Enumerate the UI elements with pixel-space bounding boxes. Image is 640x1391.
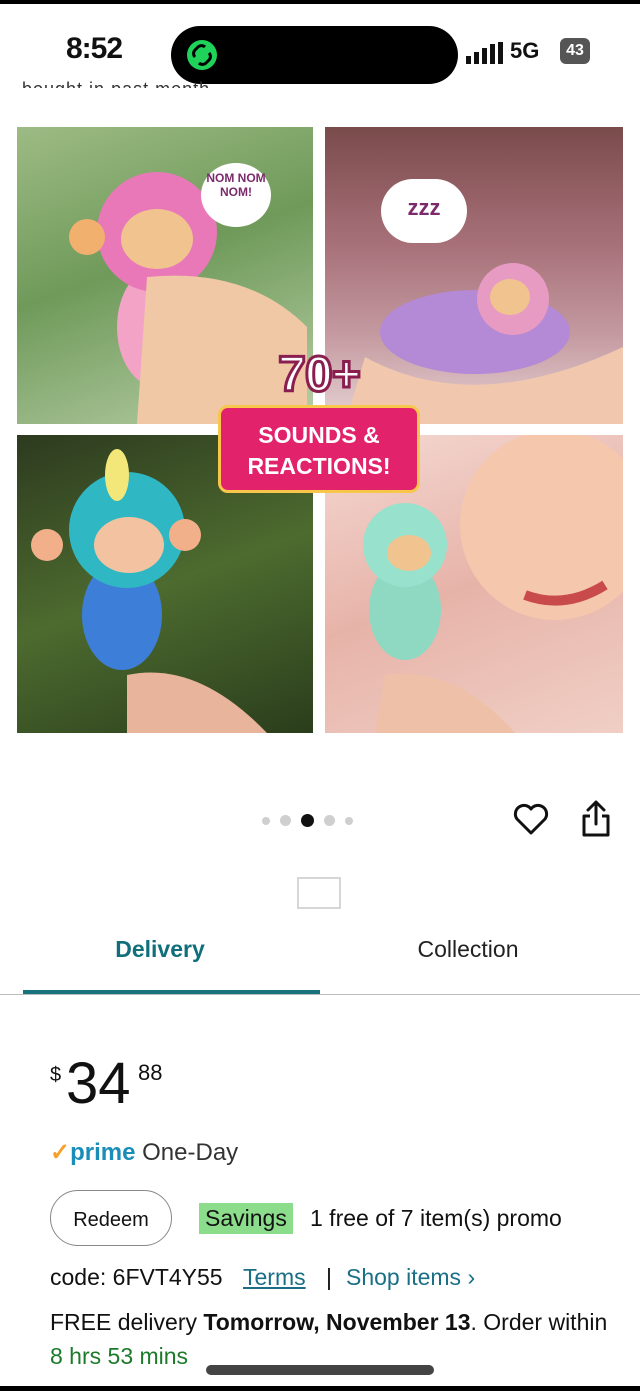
bottom-edge — [0, 1386, 640, 1391]
phone-screen: 8:52 5G 43 bought in past month — [0, 0, 640, 1391]
carousel-dot[interactable] — [324, 815, 335, 827]
bought-in-past-month-text: bought in past month — [22, 72, 210, 88]
product-image-carousel[interactable]: NOM NOM NOM! zzz 70+ SOUNDS & REACTIONS! — [17, 127, 623, 733]
promo-code: code: 6FVT4Y55 — [50, 1264, 223, 1290]
price-fraction: 88 — [138, 1060, 163, 1085]
terms-link[interactable]: Terms — [243, 1264, 306, 1290]
home-indicator[interactable] — [206, 1365, 434, 1375]
savings-badge: Savings — [199, 1203, 293, 1234]
delivery-message: FREE delivery Tomorrow, November 13. Ord… — [50, 1305, 610, 1373]
prime-label: One-Day — [142, 1139, 239, 1166]
sounds-reactions-badge: 70+ SOUNDS & REACTIONS! — [214, 345, 424, 493]
badge-line-2: REACTIONS! — [247, 453, 391, 479]
redeem-button[interactable]: Redeem — [50, 1190, 172, 1246]
prime-one-day: ✓prime One-Day — [50, 1138, 238, 1167]
signal-icon — [466, 42, 503, 64]
prime-logo: prime — [70, 1139, 136, 1166]
promo-code-line: code: 6FVT4Y55 Terms | Shop items › — [50, 1264, 475, 1291]
badge-line-1: SOUNDS & — [258, 422, 380, 448]
delivery-date: Tomorrow, November 13 — [203, 1309, 471, 1335]
price-currency: $ — [50, 1064, 62, 1086]
carousel-dot-active[interactable] — [301, 814, 314, 828]
tab-collection[interactable]: Collection — [320, 936, 616, 963]
delivery-countdown: 8 hrs 53 mins — [50, 1343, 189, 1369]
link-separator: | — [326, 1264, 332, 1290]
shop-items-link[interactable]: Shop items › — [346, 1264, 475, 1290]
badge-number: 70+ — [277, 345, 363, 404]
delivery-middle: . Order within — [470, 1309, 608, 1335]
battery-icon: 43 — [560, 38, 590, 64]
carousel-dot[interactable] — [280, 815, 291, 827]
carousel-dot[interactable] — [262, 816, 270, 825]
carousel-dots[interactable] — [262, 812, 363, 828]
network-label: 5G — [510, 38, 540, 63]
tab-delivery[interactable]: Delivery — [0, 936, 320, 963]
speech-bubble: NOM NOM NOM! — [201, 163, 271, 227]
promo-text: 1 free of 7 item(s) promo — [310, 1205, 562, 1231]
video-thumbnail[interactable] — [297, 877, 341, 909]
share-icon[interactable] — [580, 800, 612, 838]
tab-divider — [0, 994, 640, 995]
carousel-dot[interactable] — [345, 816, 353, 825]
badge-label: SOUNDS & REACTIONS! — [218, 405, 420, 493]
price-whole: 34 — [66, 1051, 131, 1116]
link-icon — [187, 40, 217, 70]
heart-icon[interactable] — [513, 802, 549, 836]
status-time: 8:52 — [66, 32, 123, 65]
prime-check-icon: ✓ — [50, 1139, 71, 1166]
sleep-bubble: zzz — [381, 179, 467, 243]
dynamic-island — [171, 26, 458, 84]
delivery-prefix: FREE delivery — [50, 1309, 204, 1335]
